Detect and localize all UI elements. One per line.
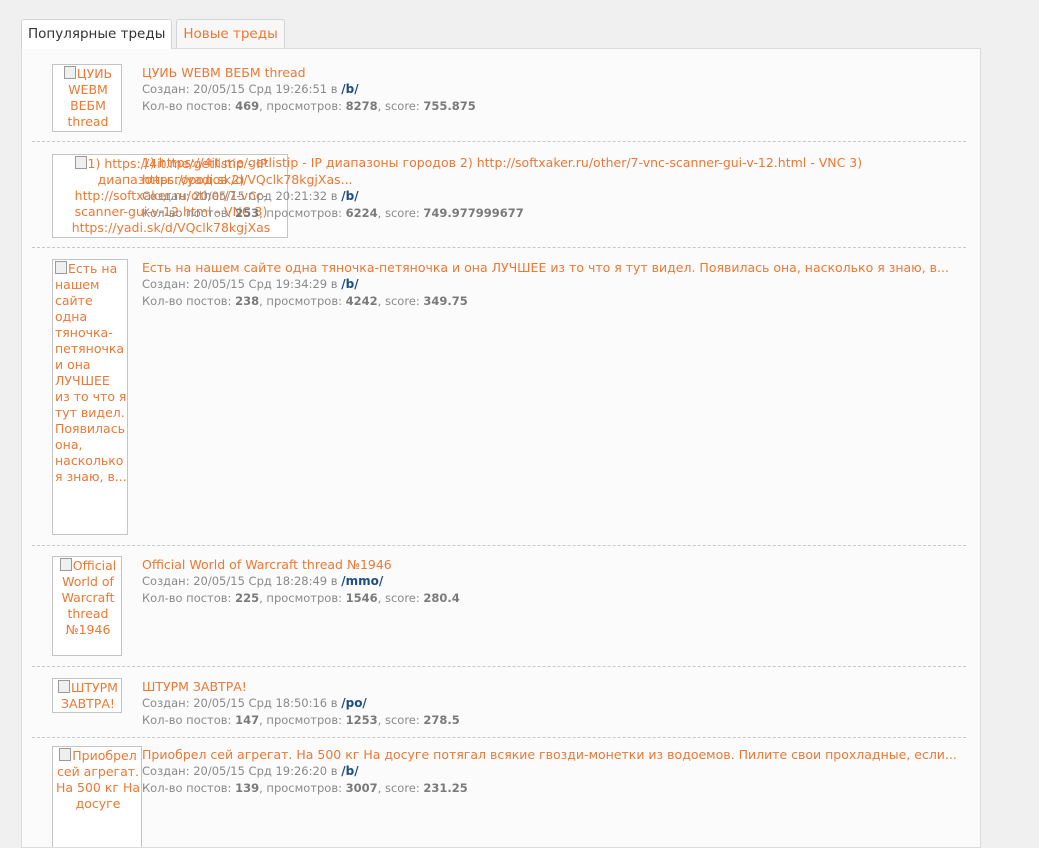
broken-image-icon [59,748,72,761]
board-link[interactable]: /b/ [341,764,358,778]
thread-created: Создан: 20/05/15 Срд 20:21:32 в /b/ [142,189,359,203]
board-link[interactable]: /mmo/ [341,574,383,588]
board-link[interactable]: /b/ [341,82,358,96]
thread-item: Приобрел сей агрегат. На 500 кг На досуг… [32,738,966,847]
thread-title[interactable]: 1) https://4it.me/getlistip - IP диапазо… [142,154,980,188]
thread-tabs: Популярные треды Новые треды [21,19,285,49]
thread-title[interactable]: Приобрел сей агрегат. На 500 кг На досуг… [142,746,980,763]
thread-created: Создан: 20/05/15 Срд 19:26:51 в /b/ [142,82,359,96]
board-link[interactable]: /b/ [341,189,358,203]
thread-title[interactable]: Official World of Warcraft thread №1946 [142,556,980,573]
thread-title[interactable]: Есть на нашем сайте одна тяночка-петяноч… [142,259,980,276]
thread-stats: Кол-во постов: 238, просмотров: 4242, sc… [142,294,468,308]
thread-item: 1) https://4it.me/getlistip - IP диапазо… [32,142,966,248]
thread-title[interactable]: ЦУИЬ WEBM ВЕБМ thread [142,64,980,81]
thread-item: ШТУРМ ЗАВТРА! ШТУРМ ЗАВТРА! Создан: 20/0… [32,667,966,738]
thread-item: ЦУИЬ WEBM ВЕБМ thread ЦУИЬ WEBM ВЕБМ thr… [32,49,966,142]
thread-thumbnail[interactable]: Приобрел сей агрегат. На 500 кг На досуг… [52,746,142,847]
tab-new-threads[interactable]: Новые треды [176,19,285,48]
thread-thumbnail[interactable]: ШТУРМ ЗАВТРА! [52,678,122,713]
broken-image-icon [58,680,71,693]
thread-created: Создан: 20/05/15 Срд 18:50:16 в /po/ [142,696,367,710]
tab-popular-threads[interactable]: Популярные треды [21,19,173,49]
thread-item: Есть на нашем сайте одна тяночка-петяноч… [32,248,966,546]
thread-thumbnail[interactable]: Official World of Warcraft thread №1946 [52,556,122,656]
thread-created: Создан: 20/05/15 Срд 19:26:20 в /b/ [142,764,359,778]
thread-stats: Кол-во постов: 225, просмотров: 1546, sc… [142,591,460,605]
thread-created: Создан: 20/05/15 Срд 18:28:49 в /mmo/ [142,574,384,588]
board-link[interactable]: /po/ [341,696,367,710]
thread-stats: Кол-во постов: 469, просмотров: 8278, sc… [142,99,476,113]
thread-thumbnail[interactable]: Есть на нашем сайте одна тяночка-петяноч… [52,259,128,535]
thread-item: Official World of Warcraft thread №1946 … [32,546,966,667]
board-link[interactable]: /b/ [341,277,358,291]
threads-panel: ЦУИЬ WEBM ВЕБМ thread ЦУИЬ WEBM ВЕБМ thr… [21,48,981,848]
thread-stats: Кол-во постов: 147, просмотров: 1253, sc… [142,713,460,727]
broken-image-icon [63,66,76,79]
broken-image-icon [55,261,67,274]
broken-image-icon [74,156,87,169]
thread-thumbnail[interactable]: ЦУИЬ WEBM ВЕБМ thread [52,64,122,132]
thread-created: Создан: 20/05/15 Срд 19:34:29 в /b/ [142,277,359,291]
broken-image-icon [59,558,72,571]
thread-title[interactable]: ШТУРМ ЗАВТРА! [142,678,980,695]
thread-stats: Кол-во постов: 253, просмотров: 6224, sc… [142,206,524,220]
thread-stats: Кол-во постов: 139, просмотров: 3007, sc… [142,781,468,795]
